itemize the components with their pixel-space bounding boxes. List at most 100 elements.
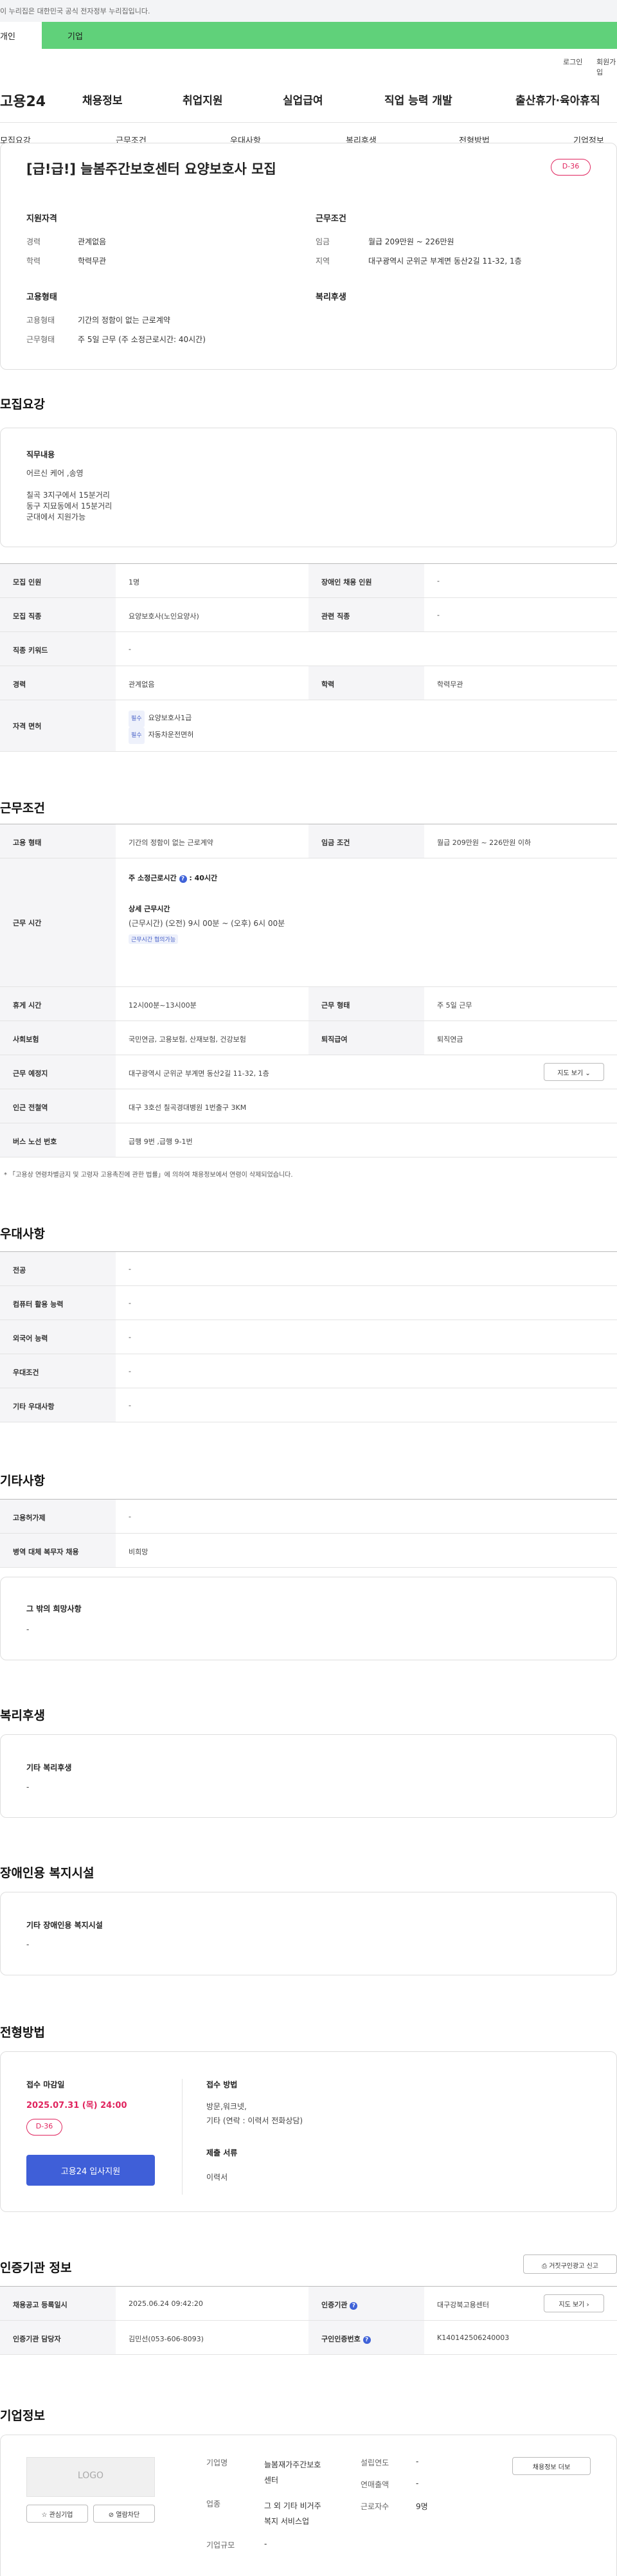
- dday-badge: D-36: [26, 2119, 62, 2136]
- apply-button[interactable]: 고용24 입사지원: [26, 2155, 155, 2186]
- company-jobs-button[interactable]: 채용정보 더보: [512, 2457, 591, 2475]
- employment-type-title: 고용형태: [26, 293, 57, 302]
- row-label: 휴게 시간: [0, 987, 116, 1020]
- map-view-button[interactable]: 지도 보기 ⌄: [544, 1063, 604, 1081]
- row-value: 주 5일 근무: [437, 1001, 472, 1010]
- industry-label: 업종: [206, 2499, 221, 2508]
- weekly-hours: 주 소정근로시간 ? : 40시간: [129, 873, 217, 883]
- table-row: 기타 우대사항 -: [0, 1388, 617, 1422]
- docs-title: 제출 서류: [206, 2148, 238, 2157]
- row-label: 외국어 능력: [0, 1320, 116, 1354]
- license-item: 필수 자동차운전면허: [129, 727, 193, 744]
- deadline-title: 접수 마감일: [26, 2080, 65, 2089]
- hours-negotiable-tag: 근무시간 협의가능: [129, 934, 182, 944]
- row-label: 우대조건: [0, 1354, 116, 1388]
- agency-heading: 인증기관 정보: [0, 2261, 72, 2275]
- method-line: 기타 (연락 : 이력서 전화상담): [206, 2116, 303, 2125]
- table-row: 근무 시간 주 소정근로시간 ? : 40시간 상세 근무시간 (근무시간) (…: [0, 858, 617, 987]
- row-value: 기간의 정함이 없는 근로계약: [129, 839, 213, 847]
- table-row: 휴게 시간 12시00분~13시00분 근무 형태 주 5일 근무: [0, 987, 617, 1021]
- welfare-box-title: 기타 복리후생: [26, 1763, 72, 1772]
- tab-personal[interactable]: 개인: [0, 22, 42, 49]
- education-label: 학력: [26, 257, 41, 266]
- other-wishes-card: 그 밖의 희망사항 -: [0, 1577, 617, 1660]
- row-value: K140142506240003: [437, 2334, 510, 2342]
- method-line: 방문,워크넷,: [206, 2102, 247, 2111]
- tab-business[interactable]: 기업: [42, 22, 617, 49]
- gnb-item-employment-support[interactable]: 취업지원: [183, 91, 223, 107]
- login-link[interactable]: 로그인: [563, 57, 582, 67]
- company-heading: 기업정보: [0, 2409, 45, 2423]
- site-logo[interactable]: 고용24: [0, 90, 46, 111]
- industry-line: 그 외 기타 비거주: [264, 2501, 321, 2510]
- gnb-item-parental-leave[interactable]: 출산휴가·육아휴직: [515, 91, 600, 107]
- info-icon[interactable]: ?: [362, 2336, 371, 2344]
- gnb-item-job-training[interactable]: 직업 능력 개발: [384, 91, 452, 107]
- block-view-button[interactable]: ⊘ 열람차단: [93, 2505, 155, 2523]
- divider: [0, 122, 617, 123]
- job-title: [급!급!] 늘봄주간보호센터 요양보호사 모집: [26, 161, 276, 177]
- row-label: 근무 시간: [0, 858, 116, 986]
- row-label: 채용공고 등록일시: [0, 2287, 116, 2320]
- required-tag: 필수: [129, 727, 145, 744]
- row-label: 모집 직종: [0, 598, 116, 631]
- row-value: -: [129, 1367, 131, 1375]
- workers-value: 9명: [416, 2502, 428, 2511]
- row-label: 버스 노선 번호: [0, 1123, 116, 1157]
- cert-number-label: 구인인증번호: [321, 2335, 361, 2343]
- region-value: 대구광역시 군위군 부계면 동산2길 11-32, 1층: [368, 257, 522, 266]
- row-label: 임금 조건: [308, 824, 424, 858]
- job-line: 칠곡 3지구에서 15분거리: [26, 491, 110, 500]
- workers-label: 근로자수: [361, 2502, 389, 2511]
- row-label: 전공: [0, 1252, 116, 1285]
- org-label: 인증기관: [321, 2301, 348, 2309]
- table-row: 채용공고 등록일시 2025.06.24 09:42:20 인증기관 ? 대구강…: [0, 2287, 617, 2321]
- row-label: 자격 면허: [0, 700, 116, 751]
- method-title: 접수 방법: [206, 2080, 238, 2089]
- disabled-facility-heading: 장애인용 복지시설: [0, 1866, 94, 1880]
- row-value: -: [437, 577, 440, 585]
- gov-notice-text: 이 누리집은 대한민국 공식 전자정부 누리집입니다.: [0, 7, 150, 15]
- row-value: 김민선(053-606-8093): [129, 2335, 204, 2343]
- row-label: 장애인 채용 인원: [308, 564, 424, 597]
- agency-map-button[interactable]: 지도 보기 ›: [544, 2294, 604, 2312]
- gnb-item-jobs[interactable]: 채용정보: [82, 91, 123, 107]
- row-label: 인증기관 담당자: [0, 2321, 116, 2354]
- info-icon[interactable]: ?: [179, 875, 187, 883]
- false-ad-report-button[interactable]: ⎙ 거짓구인광고 신고: [523, 2254, 617, 2274]
- company-card: LOGO ☆ 관심기업 ⊘ 열람차단 기업명 늘봄재가주간보호 센터 업종 그 …: [0, 2435, 617, 2576]
- table-row: 직종 키워드 -: [0, 632, 617, 666]
- table-row: 자격 면허 필수 요양보호사1급 필수 자동차운전면허: [0, 700, 617, 752]
- docs-value: 이력서: [206, 2173, 228, 2182]
- table-row: 우대조건 -: [0, 1354, 617, 1388]
- row-value: 12시00분~13시00분: [129, 1001, 197, 1010]
- row-value: -: [129, 1265, 131, 1273]
- gnb-item-unemployment-benefit[interactable]: 실업급여: [283, 91, 323, 107]
- dday-badge: D-36: [551, 159, 591, 176]
- row-label: 고용 형태: [0, 824, 116, 858]
- info-icon[interactable]: ?: [350, 2302, 358, 2310]
- welfare-card: 기타 복리후생 -: [0, 1734, 617, 1818]
- employment-type-value: 기간의 정함이 없는 근로계약: [78, 316, 170, 325]
- table-row: 근무 예정지 대구광역시 군위군 부계면 동산2길 11-32, 1층 지도 보…: [0, 1055, 617, 1089]
- disabled-facility-card: 기타 장애인용 복지시설 -: [0, 1892, 617, 1975]
- job-description-card: 직무내용 어르신 케어 ,송영 칠곡 3지구에서 15분거리 동구 지묘동에서 …: [0, 428, 617, 547]
- table-row: 모집 직종 요양보호사(노인요양사) 관련 직종 -: [0, 598, 617, 632]
- interest-label: 관심기업: [49, 2512, 73, 2519]
- row-value: -: [129, 1401, 131, 1410]
- table-row: 컴퓨터 활용 능력 -: [0, 1286, 617, 1320]
- row-value: 퇴직연금: [437, 1035, 463, 1044]
- company-size-label: 기업규모: [206, 2541, 235, 2550]
- detail-hours-value: (근무시간) (오전) 9시 00분 ~ (오후) 6시 00분: [129, 919, 285, 928]
- job-description-title: 직무내용: [26, 450, 55, 459]
- interest-company-button[interactable]: ☆ 관심기업: [26, 2505, 88, 2523]
- detail-hours-title: 상세 근무시간: [129, 905, 170, 913]
- row-value: 대구광역시 군위군 부계면 동산2길 11-32, 1층: [129, 1069, 269, 1078]
- row-label: 모집 인원: [0, 564, 116, 597]
- row-value: 월급 209만원 ~ 226만원 이하: [437, 839, 532, 847]
- user-type-tabs: 개인 기업: [0, 22, 617, 49]
- row-label: 직종 키워드: [0, 632, 116, 666]
- join-link[interactable]: 회원가입: [596, 57, 617, 77]
- row-value: -: [129, 1333, 131, 1341]
- welfare-title: 복리후생: [316, 293, 346, 302]
